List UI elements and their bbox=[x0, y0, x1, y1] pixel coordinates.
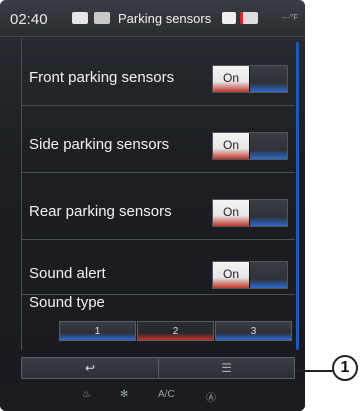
media-icon[interactable] bbox=[94, 12, 110, 24]
toggle-off-segment bbox=[250, 133, 287, 159]
sound-type-option-1[interactable]: 1 bbox=[59, 321, 136, 341]
clock: 02:40 bbox=[10, 11, 48, 28]
toggle-off-segment bbox=[250, 262, 287, 288]
sound-type-option-3[interactable]: 3 bbox=[215, 321, 292, 341]
auto-climate-icon[interactable]: Ⓐ bbox=[206, 389, 216, 404]
rear-sensors-toggle[interactable]: On bbox=[212, 199, 288, 227]
setting-label-front: Front parking sensors bbox=[29, 69, 175, 86]
fan-icon[interactable]: ✻ bbox=[120, 389, 128, 400]
temperature-readout: ---°F bbox=[282, 13, 299, 22]
toggle-off-segment bbox=[250, 200, 287, 226]
seat-heat-icon[interactable]: ♨ bbox=[82, 389, 91, 400]
bottom-bar: ↩ ☰ bbox=[21, 357, 295, 379]
scrollbar[interactable] bbox=[296, 42, 299, 350]
status-bar: 02:40 Parking sensors ---°F bbox=[0, 0, 305, 37]
setting-row-rear[interactable]: Rear parking sensors On bbox=[21, 172, 295, 240]
front-sensors-toggle[interactable]: On bbox=[212, 65, 288, 93]
sound-type-option-2[interactable]: 2 bbox=[137, 321, 214, 341]
toggle-on-label: On bbox=[213, 133, 249, 159]
toggle-on-label: On bbox=[213, 66, 249, 92]
ac-button[interactable]: A/C bbox=[158, 389, 175, 400]
multimedia-screen: 02:40 Parking sensors ---°F Front parkin… bbox=[0, 0, 305, 411]
setting-row-side[interactable]: Side parking sensors On bbox=[21, 105, 295, 173]
toggle-on-label: On bbox=[213, 200, 249, 226]
sound-type-label: Sound type bbox=[29, 294, 105, 311]
callout-marker: 1 bbox=[332, 355, 358, 381]
phone-icon[interactable] bbox=[222, 12, 236, 24]
setting-row-front[interactable]: Front parking sensors On bbox=[21, 38, 295, 106]
setting-label-rear: Rear parking sensors bbox=[29, 203, 172, 220]
back-button[interactable]: ↩ bbox=[22, 358, 159, 378]
sound-alert-toggle[interactable]: On bbox=[212, 261, 288, 289]
navigation-icon[interactable] bbox=[72, 12, 88, 24]
toggle-off-segment bbox=[250, 66, 287, 92]
climate-bar: ♨ ✻ A/C Ⓐ bbox=[0, 382, 305, 411]
battery-icon bbox=[240, 12, 258, 24]
setting-label-sound-alert: Sound alert bbox=[29, 265, 106, 282]
menu-button[interactable]: ☰ bbox=[159, 358, 294, 378]
setting-label-side: Side parking sensors bbox=[29, 136, 170, 153]
page-title: Parking sensors bbox=[118, 11, 212, 26]
toggle-on-label: On bbox=[213, 262, 249, 288]
sound-type-section: Sound type 1 2 3 bbox=[21, 286, 295, 350]
side-sensors-toggle[interactable]: On bbox=[212, 132, 288, 160]
